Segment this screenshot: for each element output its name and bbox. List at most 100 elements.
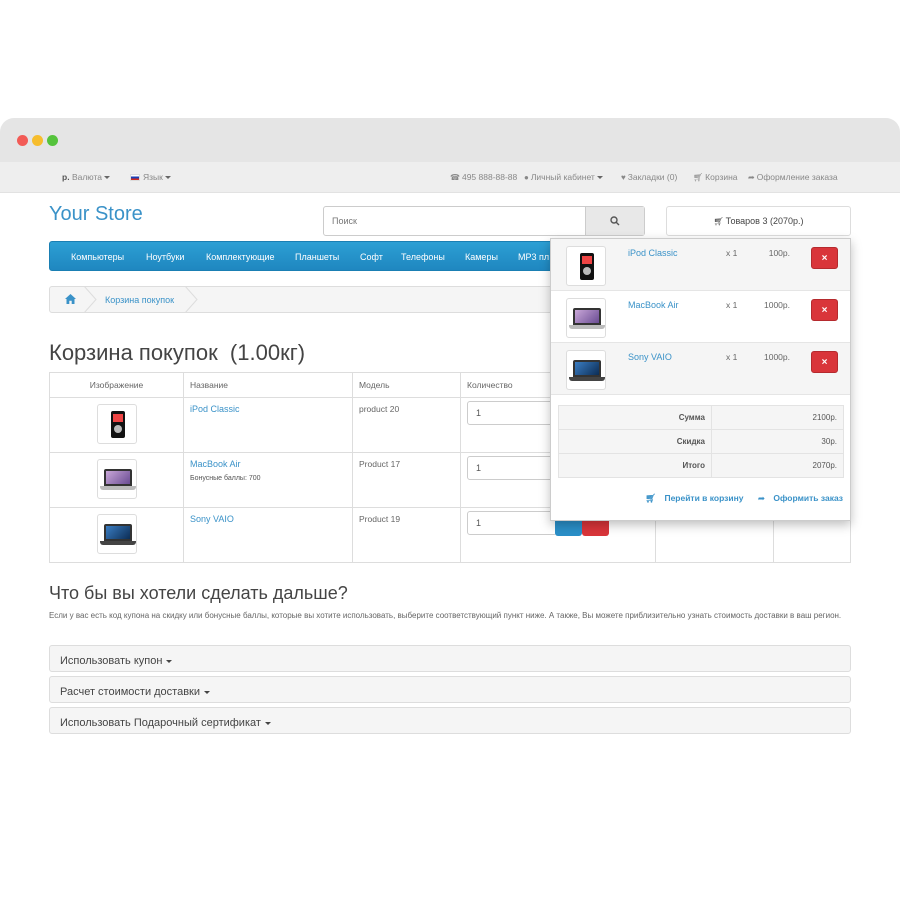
close-icon: ×: [821, 252, 828, 264]
remove-item-button[interactable]: ×: [811, 351, 838, 373]
nav-item-phones[interactable]: Телефоны: [401, 252, 445, 262]
checkout-link[interactable]: ➦ Оформить заказ: [752, 493, 843, 503]
minimize-window-dot[interactable]: [32, 135, 43, 146]
close-icon: ×: [821, 356, 828, 368]
language-dropdown[interactable]: Язык: [130, 172, 171, 182]
quantity-input[interactable]: [467, 456, 557, 480]
cart-icon: 🛒︎: [693, 173, 704, 182]
nav-item-mp3[interactable]: MP3 пл: [518, 252, 549, 262]
discount-label: Скидка: [558, 429, 712, 454]
search-input[interactable]: [324, 207, 586, 235]
cart-link[interactable]: 🛒︎ Корзина: [693, 172, 738, 182]
vaio-image: [99, 524, 136, 545]
product-thumbnail[interactable]: [566, 350, 606, 390]
phone-icon: ☎: [450, 173, 460, 182]
dropdown-item-price: 100р.: [768, 248, 790, 258]
product-thumbnail[interactable]: [96, 404, 137, 444]
breadcrumb-separator: [184, 286, 198, 313]
page-title: Корзина покупок (1.00кг): [49, 340, 306, 365]
dropdown-item-quantity: x 1: [726, 352, 738, 362]
subtotal-label: Сумма: [558, 405, 712, 430]
wishlist-link[interactable]: ♥ Закладки (0): [621, 172, 677, 182]
macbook-image: [99, 469, 136, 490]
product-model-cell: Product 19: [352, 507, 461, 563]
share-icon: ➦: [748, 173, 755, 182]
account-dropdown[interactable]: ● Личный кабинет: [524, 172, 603, 182]
view-cart-link[interactable]: 🛒︎ Перейти в корзину: [639, 493, 743, 503]
remove-item-button[interactable]: ×: [811, 299, 838, 321]
heart-icon: ♥: [621, 173, 626, 182]
dropdown-item-price: 1000р.: [764, 300, 790, 310]
nav-item-laptops[interactable]: Ноутбуки: [146, 252, 184, 262]
product-image-cell: [49, 452, 184, 508]
close-icon: ×: [821, 304, 828, 316]
ipod-image: [580, 253, 594, 280]
language-label: Язык: [143, 172, 163, 182]
product-thumbnail[interactable]: [96, 459, 137, 499]
quantity-input[interactable]: [467, 401, 557, 425]
chevron-down-icon: [166, 659, 173, 663]
maximize-window-dot[interactable]: [47, 135, 58, 146]
product-thumbnail[interactable]: [566, 298, 606, 338]
subtotal-value: 2100р.: [711, 405, 844, 430]
dropdown-product-link[interactable]: iPod Classic: [628, 248, 678, 258]
totals-row: Скидка 30р.: [558, 429, 844, 454]
cart-label: Корзина: [705, 172, 738, 182]
dropdown-product-link[interactable]: Sony VAIO: [628, 352, 672, 362]
totals-row: Сумма 2100р.: [558, 405, 844, 430]
coupon-panel[interactable]: Использовать купон: [49, 645, 851, 672]
dropdown-product-link[interactable]: MacBook Air: [628, 300, 679, 310]
nav-item-computers[interactable]: Компьютеры: [71, 252, 124, 262]
product-image-cell: [49, 397, 184, 453]
gift-panel-title: Использовать Подарочный сертификат: [60, 717, 261, 729]
macbook-image: [569, 308, 605, 329]
shipping-estimate-panel[interactable]: Расчет стоимости доставки: [49, 676, 851, 703]
dropdown-cart-item: Sony VAIO x 1 1000р. ×: [551, 343, 850, 395]
share-icon: ➦: [757, 493, 765, 503]
nav-item-components[interactable]: Комплектующие: [206, 252, 275, 262]
cart-total-button[interactable]: 🛒︎ Товаров 3 (2070р.): [666, 206, 851, 236]
dropdown-item-quantity: x 1: [726, 248, 738, 258]
dropdown-item-quantity: x 1: [726, 300, 738, 310]
chevron-down-icon: [204, 690, 211, 694]
russian-flag-icon: [130, 174, 140, 182]
product-thumbnail[interactable]: [96, 514, 137, 554]
phone-link[interactable]: ☎ 495 888-88-88: [450, 172, 517, 182]
checkout-link[interactable]: ➦ Оформление заказа: [748, 172, 838, 182]
store-logo[interactable]: Your Store: [49, 203, 143, 226]
product-name-link[interactable]: Sony VAIO: [190, 514, 234, 524]
nav-item-software[interactable]: Софт: [360, 252, 383, 262]
product-thumbnail[interactable]: [566, 246, 606, 286]
gift-certificate-panel[interactable]: Использовать Подарочный сертификат: [49, 707, 851, 734]
currency-symbol: р.: [62, 172, 70, 182]
product-image-cell: [49, 507, 184, 563]
cart-icon: 🛒︎: [713, 216, 724, 226]
search-button[interactable]: [585, 207, 644, 235]
top-bar: р. Валюта Язык ☎ 495 888-88-88 ● Личный ка…: [0, 162, 900, 193]
totals-row: Итого 2070р.: [558, 453, 844, 478]
product-model-cell: Product 17: [352, 452, 461, 508]
chevron-down-icon: [596, 176, 603, 180]
remove-item-button[interactable]: [582, 520, 609, 536]
product-name-link[interactable]: iPod Classic: [190, 404, 240, 414]
nav-item-tablets[interactable]: Планшеты: [295, 252, 339, 262]
remove-item-button[interactable]: ×: [811, 247, 838, 269]
cart-total-label: Товаров 3 (2070р.): [725, 216, 804, 226]
user-icon: ●: [524, 173, 529, 182]
update-quantity-button[interactable]: [555, 520, 582, 536]
nav-item-cameras[interactable]: Камеры: [465, 252, 498, 262]
product-name-link[interactable]: MacBook Air: [190, 459, 346, 469]
view-cart-label: Перейти в корзину: [664, 493, 744, 503]
product-name-cell: iPod Classic: [183, 397, 353, 453]
breadcrumb-separator: [83, 286, 97, 313]
breadcrumb-item-cart[interactable]: Корзина покупок: [105, 295, 174, 305]
currency-dropdown[interactable]: р. Валюта: [62, 172, 111, 182]
home-icon[interactable]: [65, 294, 76, 304]
next-steps-title: Что бы вы хотели сделать дальше?: [49, 583, 348, 603]
checkout-label: Оформить заказ: [773, 493, 843, 503]
chevron-down-icon: [264, 721, 271, 725]
next-steps-description: Если у вас есть код купона на скидку или…: [49, 611, 842, 620]
quantity-input[interactable]: [467, 511, 557, 535]
close-window-dot[interactable]: [17, 135, 28, 146]
coupon-panel-title: Использовать купон: [60, 655, 163, 667]
